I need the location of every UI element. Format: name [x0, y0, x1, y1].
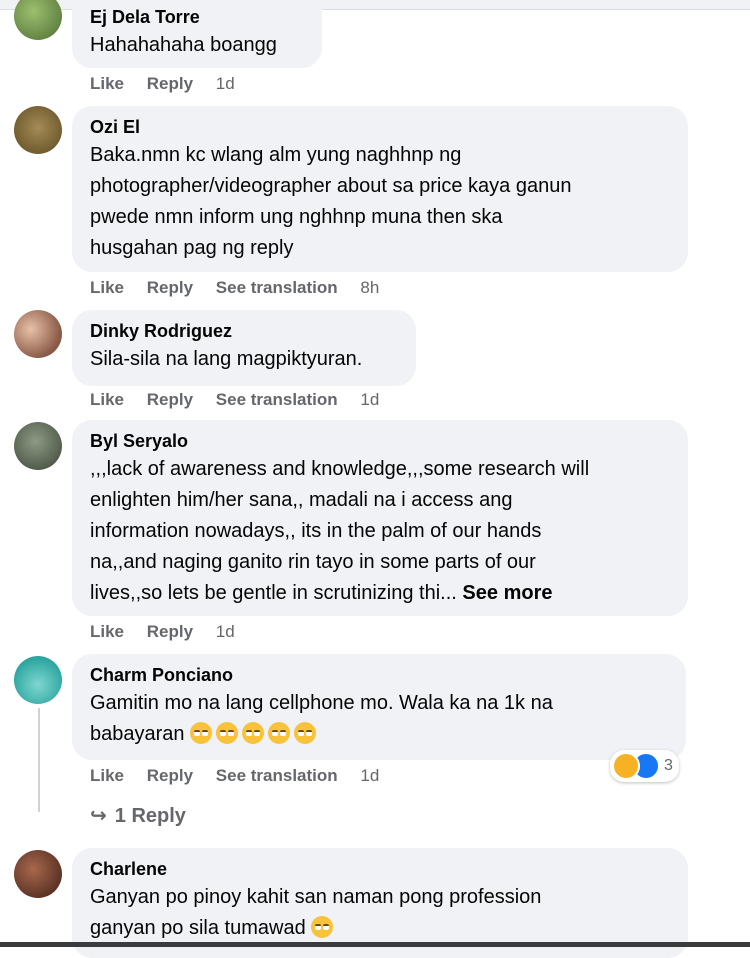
comment-bubble: Ej Dela Torre Hahahahaha boangg — [72, 0, 322, 68]
comment-bubble: Charm Ponciano Gamitin mo na lang cellph… — [72, 654, 686, 760]
reply-button[interactable]: Reply — [147, 278, 193, 297]
comment-author[interactable]: Ej Dela Torre — [90, 6, 304, 28]
rolling-eyes-emoji-icon — [242, 722, 265, 744]
like-button[interactable]: Like — [90, 622, 124, 641]
comment-text: ,,,lack of awareness and knowledge,,,som… — [90, 458, 590, 604]
rolling-eyes-emoji-icon — [294, 722, 317, 744]
comment-text: Gamitin mo na lang cellphone mo. Wala ka… — [90, 692, 553, 745]
comment-text: Hahahahaha boangg — [90, 34, 277, 56]
comment-actions: Like Reply See translation 1d — [90, 390, 397, 410]
comment-bubble: Ozi El Baka.nmn kc wlang alm yung naghhn… — [72, 106, 688, 272]
reply-arrow-icon: ↪ — [90, 805, 107, 827]
comment-actions: Like Reply 1d — [90, 622, 253, 642]
comment-time[interactable]: 1d — [216, 622, 235, 641]
comment-bubble: Byl Seryalo ,,,lack of awareness and kno… — [72, 420, 688, 616]
avatar[interactable] — [14, 656, 62, 704]
rolling-eyes-emoji-icon — [216, 722, 239, 744]
reply-button[interactable]: Reply — [147, 622, 193, 641]
like-button[interactable]: Like — [90, 278, 124, 297]
reaction-count: 3 — [664, 757, 673, 774]
reply-button[interactable]: Reply — [147, 390, 193, 409]
comment-time[interactable]: 1d — [360, 766, 379, 785]
reply-button[interactable]: Reply — [147, 74, 193, 93]
sweat-smile-emoji-icon — [311, 916, 334, 938]
avatar[interactable] — [14, 850, 62, 898]
comment-text: Baka.nmn kc wlang alm yung naghhnp ng ph… — [90, 144, 572, 259]
comment-actions: Like Reply 1d — [90, 74, 253, 94]
comment-author[interactable]: Byl Seryalo — [90, 430, 670, 452]
reply-button[interactable]: Reply — [147, 766, 193, 785]
see-translation-button[interactable]: See translation — [216, 390, 338, 409]
comment-author[interactable]: Ozi El — [90, 116, 670, 138]
see-more-link[interactable]: See more — [462, 582, 552, 604]
comment-author[interactable]: Dinky Rodriguez — [90, 320, 398, 342]
comment-text: Ganyan po pinoy kahit san naman pong pro… — [90, 886, 542, 939]
reply-thread-line — [38, 708, 40, 812]
comment-author[interactable]: Charm Ponciano — [90, 664, 668, 686]
comment-bubble: Dinky Rodriguez Sila-sila na lang magpik… — [72, 310, 416, 386]
see-translation-button[interactable]: See translation — [216, 278, 338, 297]
see-translation-button[interactable]: See translation — [216, 766, 338, 785]
avatar[interactable] — [14, 422, 62, 470]
rolling-eyes-emoji-icon — [190, 722, 213, 744]
avatar[interactable] — [14, 106, 62, 154]
comment-time[interactable]: 1d — [216, 74, 235, 93]
avatar[interactable] — [14, 0, 62, 40]
like-button[interactable]: Like — [90, 390, 124, 409]
comment-actions: Like Reply See translation 1d — [90, 766, 397, 786]
comment-text: Sila-sila na lang magpiktyuran. — [90, 348, 363, 370]
haha-reaction-icon — [612, 752, 640, 780]
comment-author[interactable]: Charlene — [90, 858, 670, 880]
comment-actions: Like Reply See translation 8h — [90, 278, 397, 298]
rolling-eyes-emoji-icon — [268, 722, 291, 744]
comment-time[interactable]: 8h — [360, 278, 379, 297]
like-button[interactable]: Like — [90, 766, 124, 785]
view-replies-link[interactable]: ↪ 1 Reply — [90, 803, 186, 828]
bottom-divider — [0, 942, 750, 947]
like-button[interactable]: Like — [90, 74, 124, 93]
avatar[interactable] — [14, 310, 62, 358]
comment-time[interactable]: 1d — [360, 390, 379, 409]
reactions-summary[interactable]: 3 — [610, 750, 679, 782]
